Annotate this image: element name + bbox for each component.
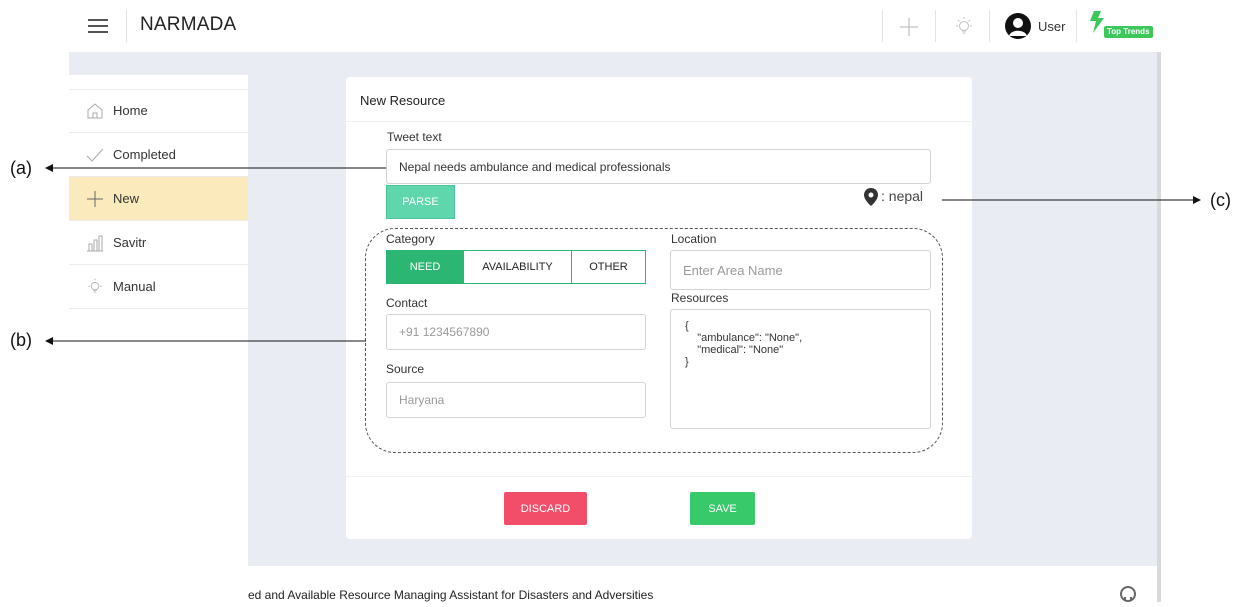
annotation-arrows (45, 164, 1201, 345)
